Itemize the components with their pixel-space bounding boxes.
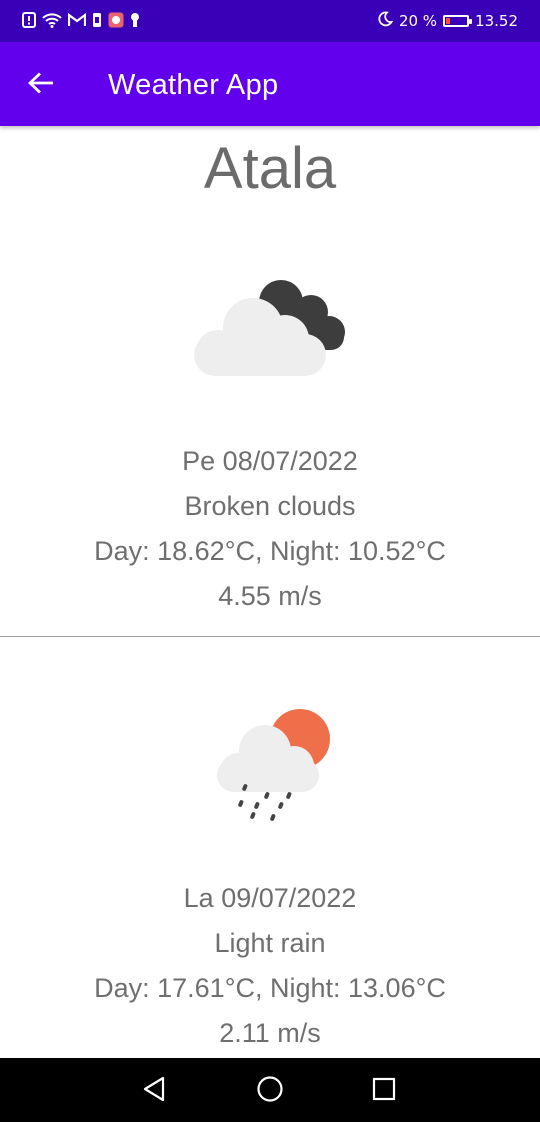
wifi-icon bbox=[42, 12, 62, 32]
sim-icon bbox=[92, 12, 102, 32]
forecast-description: Light rain bbox=[214, 928, 326, 958]
battery-percent: 20 % bbox=[398, 12, 438, 30]
back-button[interactable] bbox=[18, 62, 64, 108]
home-circle-icon bbox=[256, 1075, 284, 1108]
forecast-wind: 4.55 m/s bbox=[218, 581, 322, 611]
forecast-description: Broken clouds bbox=[184, 491, 356, 521]
forecast-date: Pe 08/07/2022 bbox=[182, 446, 358, 476]
arrow-left-icon bbox=[27, 71, 54, 99]
nav-home-button[interactable] bbox=[253, 1074, 287, 1108]
forecast-temperatures: Day: 18.62°C, Night: 10.52°C bbox=[94, 536, 446, 566]
app-title: Weather App bbox=[108, 69, 279, 101]
broken-clouds-icon bbox=[190, 276, 350, 385]
status-icons-left bbox=[22, 12, 140, 32]
notification-icon bbox=[22, 12, 36, 32]
gmail-icon bbox=[67, 12, 87, 31]
moon-icon bbox=[377, 11, 394, 31]
huawei-app-icon bbox=[108, 12, 124, 32]
status-bar: 20 % 13.52 bbox=[0, 0, 540, 42]
app-bar: Weather App bbox=[0, 42, 540, 126]
battery-level bbox=[446, 18, 451, 24]
recents-square-icon bbox=[371, 1076, 397, 1107]
back-triangle-icon bbox=[142, 1076, 166, 1107]
forecast-wind: 2.11 m/s bbox=[219, 1018, 321, 1048]
light-rain-icon bbox=[205, 706, 335, 831]
nav-back-button[interactable] bbox=[137, 1074, 171, 1108]
forecast-temperatures: Day: 17.61°C, Night: 13.06°C bbox=[94, 973, 446, 1003]
clock: 13.52 bbox=[475, 12, 518, 30]
nav-recents-button[interactable] bbox=[367, 1074, 401, 1108]
navigation-bar bbox=[0, 1058, 540, 1122]
forecast-date: La 09/07/2022 bbox=[183, 883, 357, 913]
battery-icon bbox=[443, 15, 473, 27]
forecast-list[interactable]: Atala Pe 08/07/2022 Broken clouds Day: 1… bbox=[0, 126, 540, 1058]
keyhole-icon bbox=[130, 12, 140, 32]
divider bbox=[0, 636, 540, 637]
city-name: Atala bbox=[203, 136, 337, 201]
status-icons-right: 20 % 13.52 bbox=[377, 11, 518, 31]
